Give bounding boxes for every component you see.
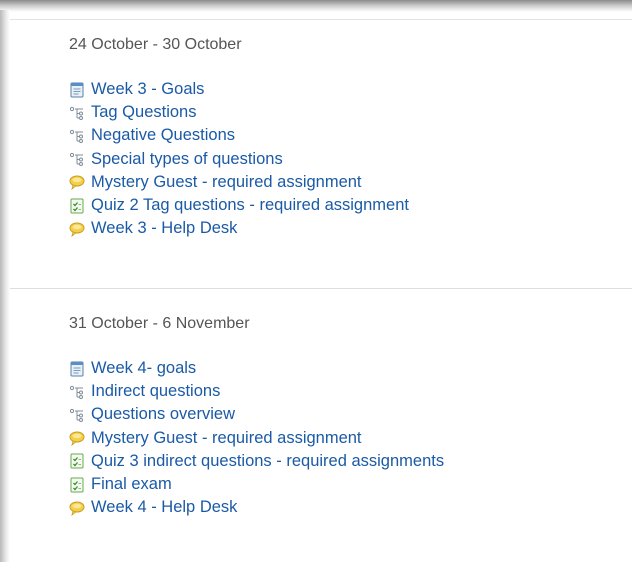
- activity-mystery-guest[interactable]: Mystery Guest - required assignment: [69, 427, 629, 450]
- forum-icon: [69, 221, 85, 237]
- activity-final-exam[interactable]: Final exam: [69, 473, 629, 496]
- lesson-icon: [69, 407, 85, 423]
- activity-tag-questions[interactable]: Tag Questions: [69, 101, 629, 124]
- quiz-icon: [69, 198, 85, 214]
- page-icon: [69, 82, 85, 98]
- activity-week-3-goals[interactable]: Week 3 - Goals: [69, 78, 629, 101]
- quiz-icon: [69, 477, 85, 493]
- activity-list: Week 4- goals Indirect questions Questio…: [69, 357, 629, 519]
- activity-link[interactable]: Indirect questions: [91, 382, 220, 401]
- activity-link[interactable]: Quiz 2 Tag questions - required assignme…: [91, 196, 409, 215]
- quiz-icon: [69, 453, 85, 469]
- lesson-icon: [69, 151, 85, 167]
- activity-link[interactable]: Week 3 - Goals: [91, 80, 204, 99]
- activity-list: Week 3 - Goals Tag Questions Negative Qu…: [69, 78, 629, 240]
- section-title: 31 October - 6 November: [69, 315, 250, 332]
- activity-week-4-help-desk[interactable]: Week 4 - Help Desk: [69, 496, 629, 519]
- activity-link[interactable]: Mystery Guest - required assignment: [91, 173, 362, 192]
- activity-questions-overview[interactable]: Questions overview: [69, 403, 629, 426]
- activity-link[interactable]: Questions overview: [91, 405, 235, 424]
- section-title: 24 October - 30 October: [69, 36, 242, 53]
- forum-icon: [69, 430, 85, 447]
- activity-link[interactable]: Week 4- goals: [91, 359, 196, 378]
- activity-link[interactable]: Final exam: [91, 475, 172, 494]
- window-shadow-left: [0, 10, 10, 562]
- week-section-1: 24 October - 30 October Week 3 - Goals T…: [69, 34, 629, 240]
- lesson-icon: [69, 105, 85, 121]
- course-content-panel: 24 October - 30 October Week 3 - Goals T…: [10, 12, 632, 562]
- activity-mystery-guest[interactable]: Mystery Guest - required assignment: [69, 171, 629, 194]
- activity-link[interactable]: Quiz 3 indirect questions - required ass…: [91, 452, 444, 471]
- section-divider: [10, 288, 632, 289]
- forum-icon: [69, 174, 85, 191]
- activity-link[interactable]: Special types of questions: [91, 150, 283, 169]
- activity-week-4-goals[interactable]: Week 4- goals: [69, 357, 629, 380]
- page-icon: [69, 361, 85, 377]
- activity-negative-questions[interactable]: Negative Questions: [69, 124, 629, 147]
- activity-link[interactable]: Week 4 - Help Desk: [91, 498, 237, 517]
- activity-quiz-3[interactable]: Quiz 3 indirect questions - required ass…: [69, 450, 629, 473]
- course-page-frame: 24 October - 30 October Week 3 - Goals T…: [0, 0, 632, 562]
- activity-link[interactable]: Mystery Guest - required assignment: [91, 429, 362, 448]
- activity-link[interactable]: Tag Questions: [91, 103, 196, 122]
- window-shadow-top: [0, 0, 632, 12]
- section-divider-top: [10, 19, 632, 20]
- activity-indirect-questions[interactable]: Indirect questions: [69, 380, 629, 403]
- activity-link[interactable]: Week 3 - Help Desk: [91, 219, 237, 238]
- activity-quiz-2[interactable]: Quiz 2 Tag questions - required assignme…: [69, 194, 629, 217]
- activity-special-types-of-questions[interactable]: Special types of questions: [69, 148, 629, 171]
- week-section-2: 31 October - 6 November Week 4- goals In…: [69, 313, 629, 519]
- activity-week-3-help-desk[interactable]: Week 3 - Help Desk: [69, 217, 629, 240]
- lesson-icon: [69, 384, 85, 400]
- activity-link[interactable]: Negative Questions: [91, 126, 235, 145]
- forum-icon: [69, 500, 85, 516]
- lesson-icon: [69, 128, 85, 144]
